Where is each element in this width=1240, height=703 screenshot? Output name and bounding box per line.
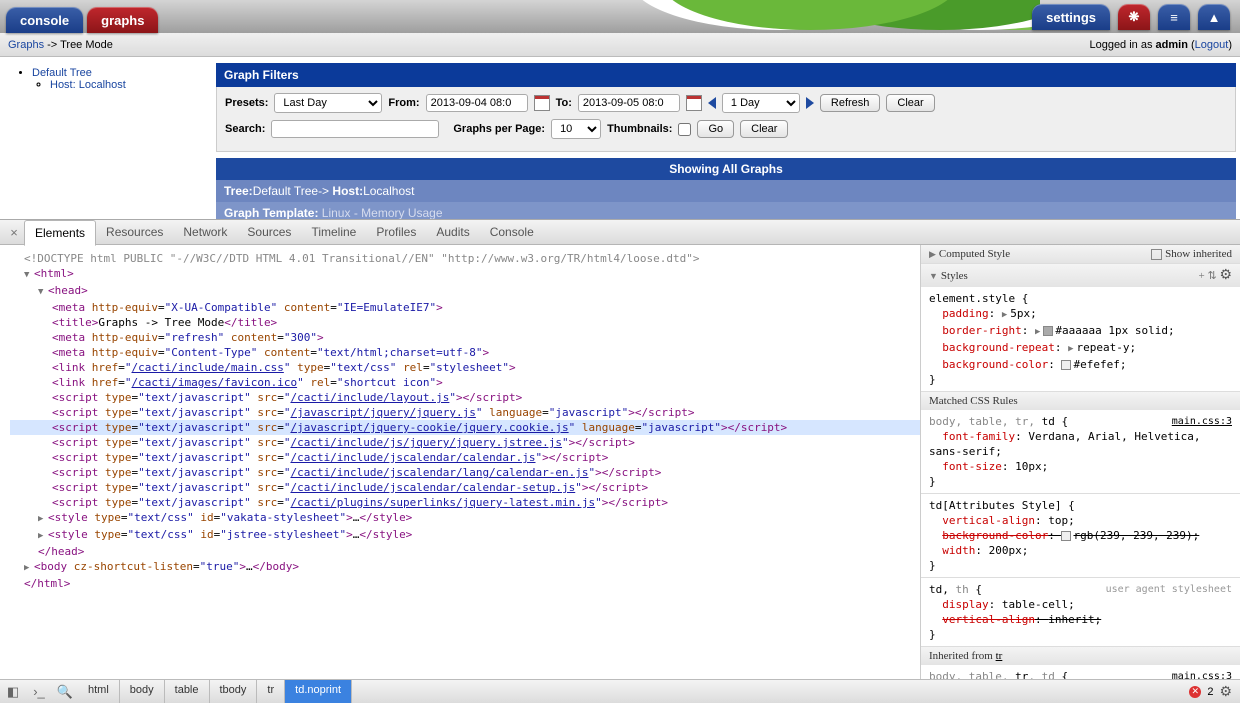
devtools-tabs: × Elements Resources Network Sources Tim… <box>0 220 1240 245</box>
devtab-audits[interactable]: Audits <box>426 220 479 244</box>
add-style-icon[interactable] <box>1199 270 1205 282</box>
gpp-label: Graphs per Page: <box>453 123 545 135</box>
thumbnails-label: Thumbnails: <box>607 123 672 135</box>
devtab-timeline[interactable]: Timeline <box>301 220 366 244</box>
breadcrumb-root[interactable]: Graphs <box>8 39 44 51</box>
refresh-button[interactable]: Refresh <box>820 94 881 112</box>
presets-select[interactable]: Last Day <box>274 93 382 113</box>
brand-swoosh <box>440 0 1040 33</box>
login-status: Logged in as admin (Logout) <box>1089 39 1232 51</box>
clear2-button[interactable]: Clear <box>740 120 788 138</box>
search-input[interactable] <box>271 120 439 138</box>
devtab-sources[interactable]: Sources <box>237 220 301 244</box>
devtab-resources[interactable]: Resources <box>96 220 173 244</box>
calendar-from-icon[interactable] <box>534 95 550 111</box>
from-input[interactable] <box>426 94 528 112</box>
graph-filters-header: Graph Filters <box>216 63 1236 87</box>
current-user: admin <box>1156 39 1188 51</box>
presets-label: Presets: <box>225 97 268 109</box>
devtab-profiles[interactable]: Profiles <box>366 220 426 244</box>
menu-icon[interactable]: ≡ <box>1158 4 1190 30</box>
graph-filters-panel: Presets: Last Day From: To: 1 Day Refres… <box>216 87 1236 152</box>
matched-rules-header: Matched CSS Rules <box>929 395 1018 407</box>
thumbnails-checkbox[interactable] <box>678 123 691 136</box>
source-link[interactable]: main.css:3 <box>1172 416 1232 427</box>
tree-path-header: Tree:Default Tree-> Host:Localhost <box>216 180 1236 202</box>
tree-icon[interactable]: ❋ <box>1118 4 1150 30</box>
graph-tree: Default Tree Host: Localhost <box>0 57 216 219</box>
bc-body[interactable]: body <box>120 680 165 703</box>
bc-table[interactable]: table <box>165 680 210 703</box>
bc-tbody[interactable]: tbody <box>210 680 258 703</box>
bc-html[interactable]: html <box>78 680 120 703</box>
breadcrumb: Graphs -> Tree Mode <box>8 39 113 51</box>
shift-right-icon[interactable] <box>806 97 814 109</box>
devtab-console[interactable]: Console <box>480 220 544 244</box>
go-button[interactable]: Go <box>697 120 734 138</box>
tab-console[interactable]: console <box>6 7 83 33</box>
styles-header[interactable]: Styles <box>941 270 968 282</box>
bc-tr[interactable]: tr <box>257 680 285 703</box>
error-badge[interactable]: ✕ <box>1189 686 1201 698</box>
showing-all-graphs: Showing All Graphs <box>216 158 1236 180</box>
breadcrumb-bar: Graphs -> Tree Mode Logged in as admin (… <box>0 33 1240 57</box>
console-icon[interactable]: ›_ <box>26 684 52 699</box>
search-label: Search: <box>225 123 265 135</box>
span-select[interactable]: 1 Day <box>722 93 800 113</box>
toggle-icon[interactable] <box>1207 270 1216 282</box>
tab-settings[interactable]: settings <box>1032 4 1110 30</box>
inherited-from-link[interactable]: tr <box>996 650 1003 662</box>
tab-graphs[interactable]: graphs <box>87 7 158 33</box>
error-count: 2 <box>1207 686 1213 698</box>
bc-td-noprint[interactable]: td.noprint <box>285 680 352 703</box>
to-label: To: <box>556 97 572 109</box>
logout-link[interactable]: Logout <box>1195 39 1229 51</box>
tree-root[interactable]: Default Tree <box>32 67 92 79</box>
app-tab-bar: console graphs settings ❋ ≡ ▲ <box>0 0 1240 33</box>
computed-style-header[interactable]: Computed Style <box>939 248 1010 260</box>
dock-icon[interactable]: ◧ <box>0 684 26 700</box>
styles-gear-icon[interactable]: ⚙ <box>1219 268 1232 283</box>
devtools-settings-icon[interactable]: ⚙ <box>1219 683 1232 700</box>
devtools-panel: × Elements Resources Network Sources Tim… <box>0 219 1240 703</box>
devtools-footer: ◧ ›_ 🔍 html body table tbody tr td.nopri… <box>0 679 1240 703</box>
from-label: From: <box>388 97 419 109</box>
show-inherited-checkbox[interactable] <box>1151 249 1162 260</box>
devtools-close-icon[interactable]: × <box>4 225 24 240</box>
image-icon[interactable]: ▲ <box>1198 4 1230 30</box>
dom-breadcrumb: html body table tbody tr td.noprint <box>78 680 352 703</box>
shift-left-icon[interactable] <box>708 97 716 109</box>
tree-host[interactable]: Host: Localhost <box>50 79 126 91</box>
devtab-network[interactable]: Network <box>173 220 237 244</box>
styles-sidebar: Computed Style Show inherited Styles ⚙ e… <box>920 245 1240 679</box>
to-input[interactable] <box>578 94 680 112</box>
gpp-select[interactable]: 10 <box>551 119 601 139</box>
dom-doctype: <!DOCTYPE html PUBLIC "-//W3C//DTD HTML … <box>10 251 920 266</box>
dom-tree[interactable]: <!DOCTYPE html PUBLIC "-//W3C//DTD HTML … <box>0 245 920 679</box>
calendar-to-icon[interactable] <box>686 95 702 111</box>
clear-button[interactable]: Clear <box>886 94 934 112</box>
devtab-elements[interactable]: Elements <box>24 220 96 246</box>
search-icon[interactable]: 🔍 <box>52 684 78 700</box>
